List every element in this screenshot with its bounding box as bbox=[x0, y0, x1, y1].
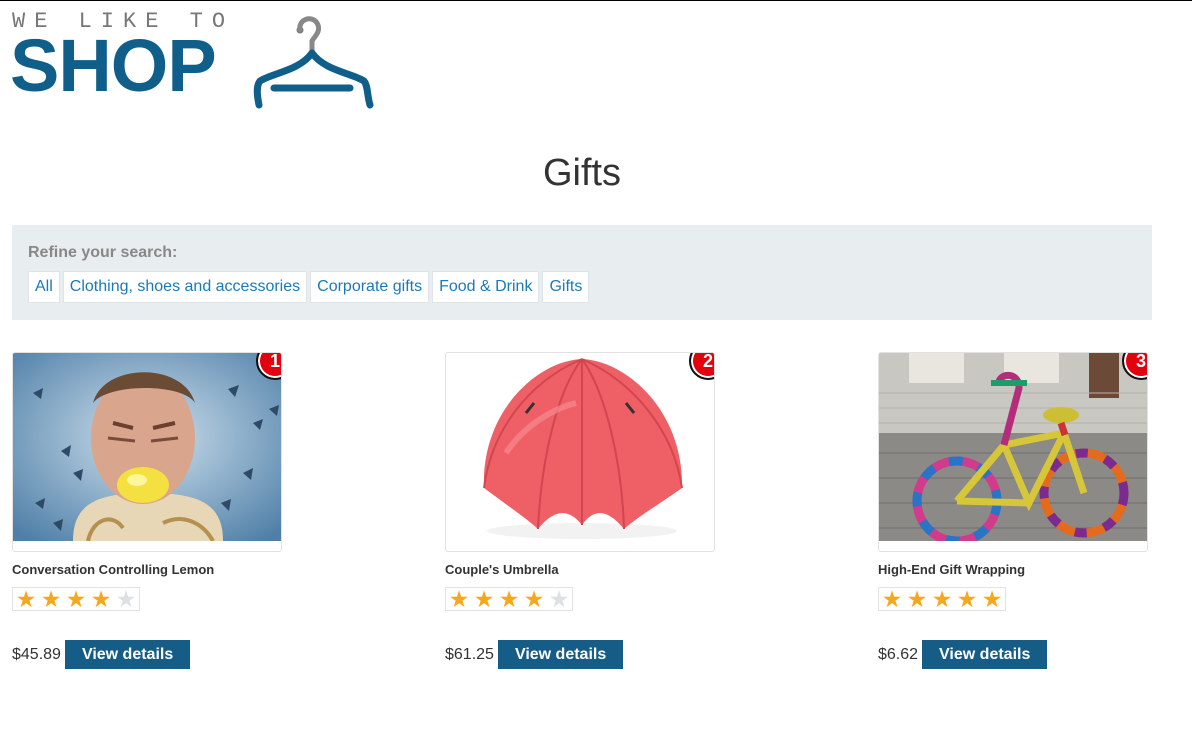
star-filled-icon: ★ bbox=[981, 586, 1003, 612]
price-row: $45.89 View details bbox=[12, 640, 191, 669]
star-filled-icon: ★ bbox=[498, 586, 520, 612]
refine-search-heading: Refine your search: bbox=[28, 244, 178, 261]
product-name: High-End Gift Wrapping bbox=[878, 562, 1026, 577]
star-filled-icon: ★ bbox=[65, 586, 87, 612]
view-details-button[interactable]: View details bbox=[497, 640, 624, 669]
page-title: Gifts bbox=[542, 152, 622, 194]
filter-link-all[interactable]: All bbox=[28, 271, 60, 303]
product-name: Couple's Umbrella bbox=[445, 562, 559, 577]
product-name: Conversation Controlling Lemon bbox=[12, 562, 215, 577]
logo-wordmark: SHOP bbox=[10, 24, 217, 107]
star-filled-icon: ★ bbox=[906, 586, 928, 612]
filter-link-clothing[interactable]: Clothing, shoes and accessories bbox=[62, 271, 308, 303]
knitted-bicycle-image bbox=[879, 353, 1147, 541]
price-row: $61.25 View details bbox=[445, 640, 624, 669]
star-filled-icon: ★ bbox=[40, 586, 62, 612]
star-filled-icon: ★ bbox=[956, 586, 978, 612]
filter-link-food-drink[interactable]: Food & Drink bbox=[432, 271, 540, 303]
product-card: 2 Couple's Umbrella ★ ★ ★ ★ ★ $61.25 Vie… bbox=[445, 352, 745, 669]
product-card: 3 High-End Gift Wrapping ★ ★ ★ ★ ★ $6.62… bbox=[878, 352, 1178, 669]
view-details-button[interactable]: View details bbox=[64, 640, 191, 669]
price-row: $6.62 View details bbox=[878, 640, 1048, 669]
star-rating: ★ ★ ★ ★ ★ bbox=[445, 587, 573, 611]
product-image-frame[interactable]: 2 bbox=[445, 352, 715, 552]
star-empty-icon: ★ bbox=[548, 586, 570, 612]
hanger-icon bbox=[253, 16, 374, 109]
red-umbrella-image bbox=[446, 353, 714, 541]
man-biting-lemon-image bbox=[13, 353, 281, 541]
filter-link-gifts[interactable]: Gifts bbox=[542, 271, 590, 303]
refine-search-panel: Refine your search: All Clothing, shoes … bbox=[12, 225, 1152, 320]
site-logo[interactable]: WE LIKE TO SHOP bbox=[10, 7, 374, 109]
star-filled-icon: ★ bbox=[881, 586, 903, 612]
star-filled-icon: ★ bbox=[473, 586, 495, 612]
star-filled-icon: ★ bbox=[448, 586, 470, 612]
product-image-frame[interactable]: 1 bbox=[12, 352, 282, 552]
product-price: $45.89 bbox=[12, 645, 61, 663]
star-filled-icon: ★ bbox=[523, 586, 545, 612]
star-rating: ★ ★ ★ ★ ★ bbox=[12, 587, 140, 611]
star-filled-icon: ★ bbox=[931, 586, 953, 612]
category-filter-list: All Clothing, shoes and accessories Corp… bbox=[28, 271, 1136, 303]
star-filled-icon: ★ bbox=[90, 586, 112, 612]
product-card: 1 Conversation Controlling Lemon ★ ★ ★ ★… bbox=[12, 352, 312, 669]
star-empty-icon: ★ bbox=[115, 586, 137, 612]
star-rating: ★ ★ ★ ★ ★ bbox=[878, 587, 1006, 611]
filter-link-corporate-gifts[interactable]: Corporate gifts bbox=[310, 271, 430, 303]
product-price: $6.62 bbox=[878, 645, 919, 663]
star-filled-icon: ★ bbox=[15, 586, 37, 612]
product-price: $61.25 bbox=[445, 645, 494, 663]
view-details-button[interactable]: View details bbox=[922, 640, 1048, 669]
product-image-frame[interactable]: 3 bbox=[878, 352, 1148, 552]
